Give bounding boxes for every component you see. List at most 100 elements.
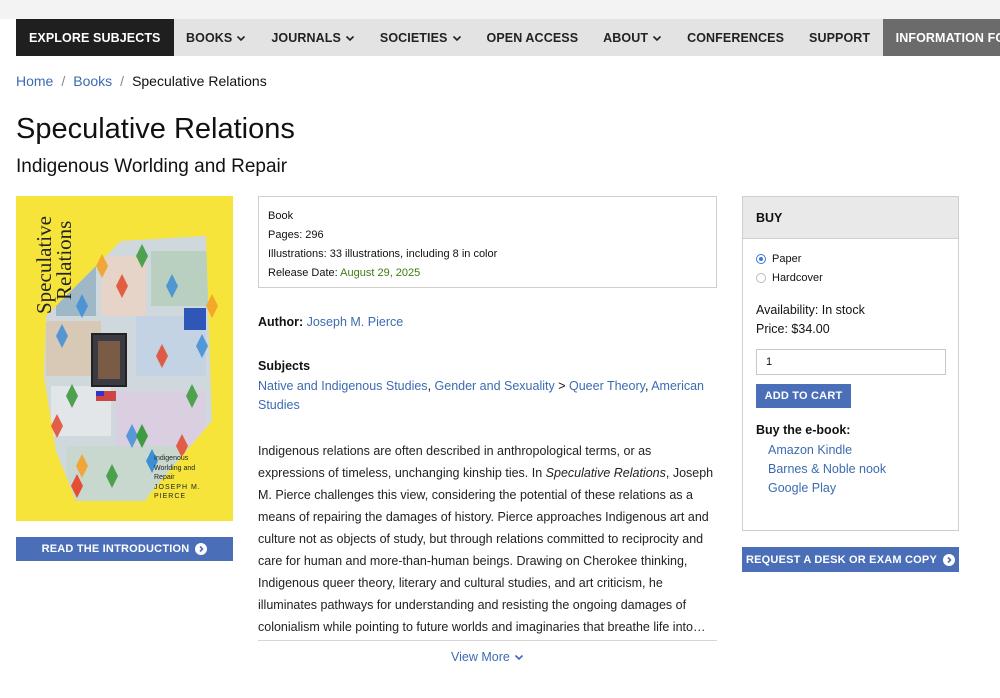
format-label: Paper: [772, 253, 802, 265]
nav-support[interactable]: SUPPORT: [797, 19, 883, 56]
main-nav: EXPLORE SUBJECTS BOOKS JOURNALS SOCIETIE…: [16, 19, 1000, 56]
view-more-label: View More: [451, 650, 510, 664]
view-more-toggle[interactable]: View More: [451, 650, 524, 664]
description-line: culture not as objects of study, but thr…: [258, 532, 704, 546]
nav-label: BOOKS: [186, 30, 233, 45]
nav-label: CONFERENCES: [687, 30, 785, 45]
cover-subtitle: Indigenous Worlding and Repair JOSEPH M.…: [154, 454, 201, 502]
chevron-right-circle-icon: [195, 543, 208, 555]
chevron-down-icon: [345, 35, 354, 41]
breadcrumb-separator: /: [61, 73, 66, 89]
description-text: expressions of timeless, unchanging kins…: [258, 466, 546, 480]
ebook-links: Amazon Kindle Barnes & Noble nook Google…: [768, 441, 886, 498]
chevron-down-icon: [514, 654, 523, 661]
book-pages: Pages: 296: [268, 229, 324, 241]
cover-subtitle-line: Indigenous: [154, 455, 189, 462]
nav-label: JOURNALS: [271, 30, 341, 45]
cover-title-line: Speculative: [32, 216, 56, 314]
button-label: REQUEST A DESK OR EXAM COPY: [746, 553, 937, 566]
price-text: Price: $34.00: [756, 322, 830, 336]
cover-title-line: Relations: [52, 220, 76, 300]
quantity-input[interactable]: 1: [756, 349, 946, 375]
add-to-cart-button[interactable]: ADD TO CART: [756, 384, 851, 408]
availability-text: Availability: In stock: [756, 303, 865, 317]
book-release: Release Date: August 29, 2025: [268, 264, 707, 283]
ebook-link-nook[interactable]: Barnes & Noble nook: [768, 460, 886, 479]
ebook-heading: Buy the e-book:: [756, 423, 851, 437]
nav-journals[interactable]: JOURNALS: [259, 19, 368, 56]
author-line: Author: Joseph M. Pierce: [258, 315, 403, 329]
book-details-box: Book Pages: 296 Illustrations: 33 illust…: [258, 196, 717, 288]
top-strip: [0, 0, 1000, 19]
nav-label: SOCIETIES: [379, 30, 448, 45]
description-text: , Joseph: [665, 466, 714, 480]
subject-link-part: American: [651, 379, 705, 393]
nav-conferences[interactable]: CONFERENCES: [675, 19, 797, 56]
format-label: Hardcover: [772, 272, 823, 284]
cover-author-line: JOSEPH M.: [154, 483, 201, 491]
description-line: expressions of timeless, unchanging kins…: [258, 462, 720, 484]
subjects-heading: Subjects: [258, 359, 311, 373]
subject-separator: >: [554, 379, 569, 393]
subject-link[interactable]: Native and Indigenous Studies: [258, 379, 428, 393]
availability-info: Availability: In stock Price: $34.00: [756, 301, 865, 339]
description-title: Speculative Relations: [545, 466, 666, 480]
nav-societies[interactable]: SOCIETIES: [367, 19, 474, 56]
chevron-down-icon: [237, 35, 246, 41]
description-line: means of repairing the damages of histor…: [258, 510, 709, 524]
page-subtitle: Indigenous Worlding and Repair: [16, 156, 288, 177]
breadcrumb: Home / Books / Speculative Relations: [16, 73, 267, 89]
release-label: Release Date:: [268, 267, 341, 279]
subjects-list: Native and Indigenous Studies, Gender an…: [258, 377, 718, 415]
nav-label: ABOUT: [603, 30, 649, 45]
description-line: Indigenous queer theory, literary and cu…: [258, 576, 663, 590]
description-line: colonialism while pointing to future wor…: [258, 620, 706, 634]
nav-label: OPEN ACCESS: [486, 30, 579, 45]
read-introduction-button[interactable]: READ THE INTRODUCTION: [16, 537, 233, 561]
nav-label: INFORMATION FOR: [895, 30, 1000, 45]
author-link[interactable]: Joseph M. Pierce: [307, 315, 404, 329]
nav-about[interactable]: ABOUT: [591, 19, 675, 56]
buy-heading: BUY: [743, 197, 958, 239]
chevron-right-circle-icon: [943, 553, 955, 566]
book-description: Indigenous relations are often described…: [258, 440, 720, 638]
request-desk-copy-button[interactable]: REQUEST A DESK OR EXAM COPY: [742, 547, 959, 572]
chevron-down-icon: [452, 35, 461, 41]
breadcrumb-current: Speculative Relations: [132, 73, 267, 89]
book-cover: Speculative Relations Indigenous Worldin…: [16, 196, 233, 521]
description-divider: [258, 640, 717, 641]
ebook-link-kindle[interactable]: Amazon Kindle: [768, 441, 886, 460]
buy-panel: BUY Paper Hardcover Availability: In sto…: [742, 196, 959, 531]
subject-link[interactable]: Queer Theory: [569, 379, 645, 393]
chevron-down-icon: [653, 35, 662, 41]
breadcrumb-books[interactable]: Books: [73, 73, 112, 89]
breadcrumb-separator: /: [120, 73, 125, 89]
book-type: Book: [268, 210, 294, 222]
cover-title-text: Speculative Relations: [32, 216, 76, 314]
nav-open-access[interactable]: OPEN ACCESS: [474, 19, 591, 56]
cover-subtitle-line: Worlding and: [154, 464, 196, 472]
format-option-hardcover[interactable]: Hardcover: [756, 272, 823, 284]
radio-unselected-icon[interactable]: [756, 273, 766, 283]
book-illustrations: Illustrations: 33 illustrations, includi…: [268, 248, 498, 260]
description-line: care for human and more-than-human being…: [258, 554, 688, 568]
radio-selected-icon[interactable]: [756, 254, 766, 264]
subject-link[interactable]: Gender and Sexuality: [435, 379, 555, 393]
nav-information-for[interactable]: INFORMATION FOR: [882, 19, 1000, 56]
page-title: Speculative Relations: [16, 113, 295, 145]
format-option-paper[interactable]: Paper: [756, 253, 801, 265]
cover-author-line: PIERCE: [154, 493, 187, 500]
nav-books[interactable]: BOOKS: [174, 19, 259, 56]
subject-link-part: Studies: [258, 398, 300, 412]
breadcrumb-home[interactable]: Home: [16, 73, 53, 89]
nav-explore-subjects[interactable]: EXPLORE SUBJECTS: [16, 19, 174, 56]
description-line: M. Pierce challenges this view, consider…: [258, 488, 693, 502]
author-label: Author:: [258, 315, 304, 329]
description-line: illuminates pathways for understanding a…: [258, 598, 687, 612]
ebook-link-google-play[interactable]: Google Play: [768, 479, 886, 498]
cover-subtitle-line: Repair: [154, 474, 175, 481]
subject-separator: ,: [427, 379, 435, 393]
nav-label: SUPPORT: [809, 30, 871, 45]
release-date: August 29, 2025: [340, 267, 421, 279]
description-line: Indigenous relations are often described…: [258, 444, 652, 458]
